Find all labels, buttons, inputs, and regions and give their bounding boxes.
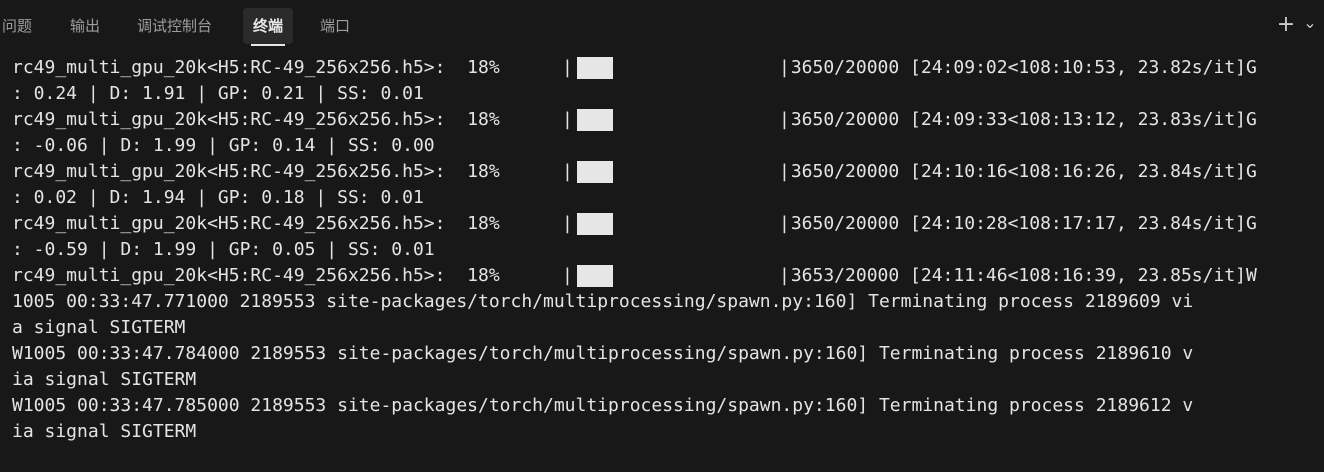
log-line: ia signal SIGTERM <box>12 369 197 390</box>
progress-bar-left-edge: | <box>562 265 573 286</box>
progress-metrics: : -0.06 | D: 1.99 | GP: 0.14 | SS: 0.00 <box>12 135 435 156</box>
progress-stats: 3650/20000 [24:09:02<108:10:53, 23.82s/i… <box>780 57 1257 78</box>
progress-bar-fill <box>577 265 613 287</box>
progress-metrics: : -0.59 | D: 1.99 | GP: 0.05 | SS: 0.01 <box>12 239 435 260</box>
log-line: a signal SIGTERM <box>12 317 186 338</box>
plus-icon[interactable]: + <box>1275 10 1297 40</box>
tab-output[interactable]: 输出 <box>70 8 100 44</box>
terminal-output[interactable]: rc49_multi_gpu_20k<H5:RC-49_256x256.h5>:… <box>0 50 1324 472</box>
progress-metrics: : 0.24 | D: 1.91 | GP: 0.21 | SS: 0.01 <box>12 83 424 104</box>
progress-label: rc49_multi_gpu_20k<H5:RC-49_256x256.h5>:… <box>12 265 500 286</box>
progress-stats: 3650/20000 [24:10:16<108:16:26, 23.84s/i… <box>780 161 1257 182</box>
chevron-down-icon[interactable]: ⌄ <box>1302 8 1318 38</box>
progress-bar-fill <box>577 109 613 131</box>
progress-metrics: : 0.02 | D: 1.94 | GP: 0.18 | SS: 0.01 <box>12 187 424 208</box>
progress-stats: 3650/20000 [24:10:28<108:17:17, 23.84s/i… <box>780 213 1257 234</box>
log-line: 1005 00:33:47.771000 2189553 site-packag… <box>12 291 1194 312</box>
log-line: W1005 00:33:47.785000 2189553 site-packa… <box>12 395 1194 416</box>
tab-problems[interactable]: 问题 <box>2 8 32 44</box>
progress-bar-fill <box>577 161 613 183</box>
progress-stats: 3653/20000 [24:11:46<108:16:39, 23.85s/i… <box>780 265 1257 286</box>
log-line: W1005 00:33:47.784000 2189553 site-packa… <box>12 343 1194 364</box>
progress-bar-fill <box>577 57 613 79</box>
progress-label: rc49_multi_gpu_20k<H5:RC-49_256x256.h5>:… <box>12 57 500 78</box>
log-line: ia signal SIGTERM <box>12 421 197 442</box>
progress-label: rc49_multi_gpu_20k<H5:RC-49_256x256.h5>:… <box>12 161 500 182</box>
tab-terminal[interactable]: 终端 <box>243 8 294 46</box>
progress-bar-left-edge: | <box>562 161 573 182</box>
tab-ports[interactable]: 端口 <box>320 8 350 44</box>
progress-bar-left-edge: | <box>562 213 573 234</box>
progress-bar-left-edge: | <box>562 57 573 78</box>
progress-stats: 3650/20000 [24:09:33<108:13:12, 23.83s/i… <box>780 109 1257 130</box>
tab-debug-console[interactable]: 调试控制台 <box>137 8 212 44</box>
progress-bar-fill <box>577 213 613 235</box>
progress-bar-left-edge: | <box>562 109 573 130</box>
progress-label: rc49_multi_gpu_20k<H5:RC-49_256x256.h5>:… <box>12 213 500 234</box>
progress-label: rc49_multi_gpu_20k<H5:RC-49_256x256.h5>:… <box>12 109 500 130</box>
panel-tab-bar: 问题 输出 调试控制台 终端 端口 + ⌄ <box>0 0 1324 50</box>
